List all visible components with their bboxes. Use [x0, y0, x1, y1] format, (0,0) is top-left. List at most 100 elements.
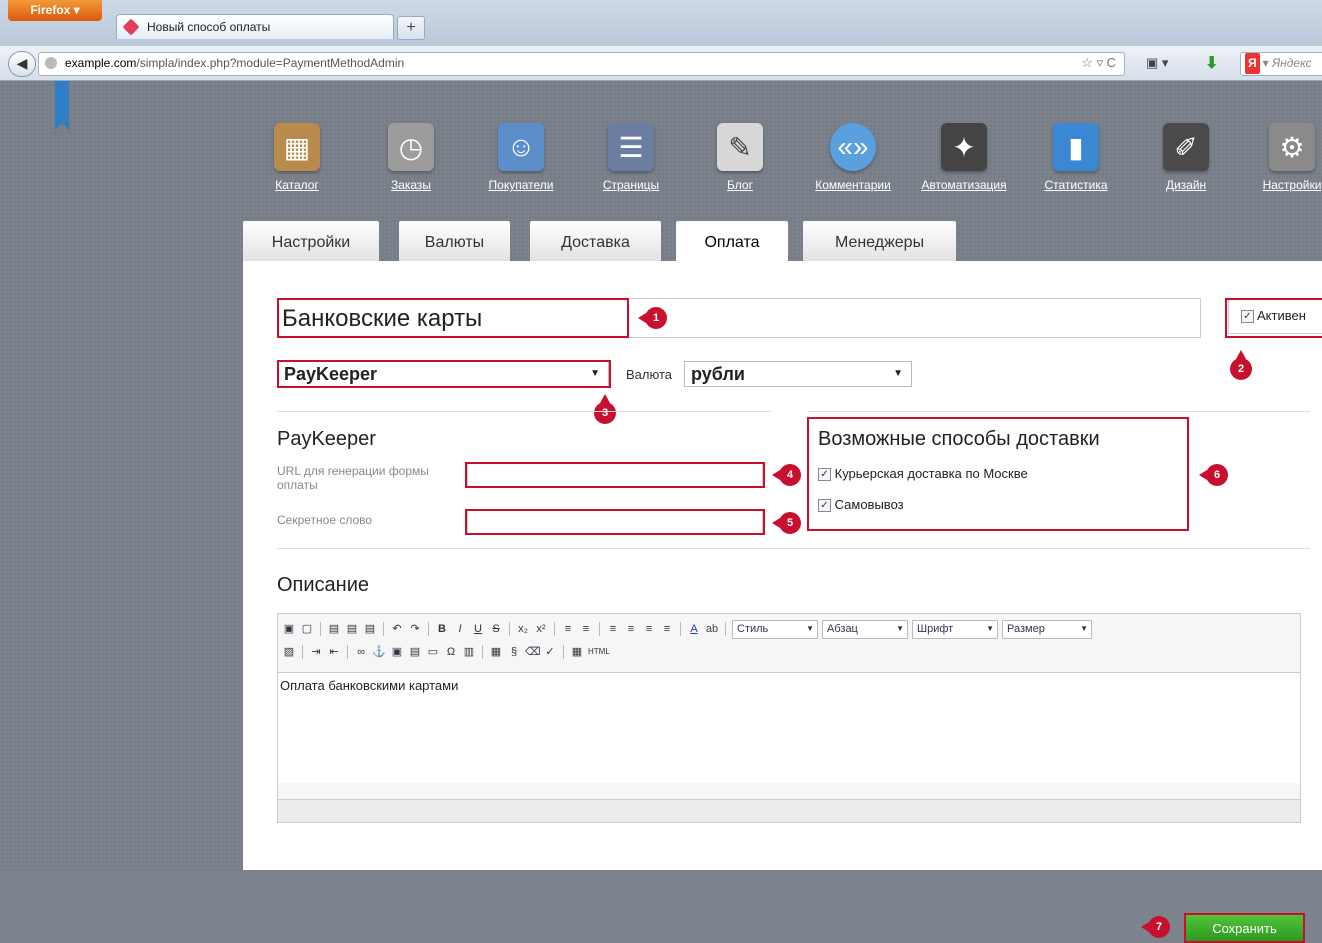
menu-link[interactable]: Страницы	[603, 178, 659, 192]
bookmarks-icon[interactable]: ▣ ▾	[1146, 55, 1168, 71]
browser-tab[interactable]: Новый способ оплаты	[116, 14, 394, 39]
underline-icon[interactable]: U	[471, 622, 485, 636]
menu-item-settings[interactable]: ⚙ Настройки	[1262, 123, 1322, 192]
anchor-icon[interactable]: ⚓	[372, 645, 386, 659]
toolbar-divider	[320, 622, 321, 636]
undo-icon[interactable]: ↶	[390, 622, 404, 636]
page-break-icon[interactable]: ▥	[462, 645, 476, 659]
outdent-icon[interactable]: ⇤	[327, 645, 341, 659]
menu-item-statistics[interactable]: ▮ Статистика	[1040, 123, 1112, 192]
align-center-icon[interactable]: ≡	[624, 622, 638, 636]
editor-text: Оплата банковскими картами	[280, 678, 459, 693]
download-arrow-icon[interactable]: ⬇	[1205, 53, 1218, 73]
toolbar-divider	[725, 622, 726, 636]
text-color-icon[interactable]: A	[687, 622, 701, 636]
menu-link[interactable]: Блог	[727, 178, 753, 192]
bullet-list-icon[interactable]: ≡	[579, 622, 593, 636]
firefox-menu-button[interactable]: Firefox ▾	[8, 0, 102, 21]
numbered-list-icon[interactable]: ≡	[561, 622, 575, 636]
subscript-icon[interactable]: x₂	[516, 622, 530, 636]
editor-content-area[interactable]: Оплата банковскими картами	[278, 672, 1300, 783]
chevron-down-icon: ▼	[896, 623, 904, 633]
paste-text-icon[interactable]: ▤	[345, 622, 359, 636]
globe-icon	[45, 57, 57, 69]
format-select-label: Абзац	[827, 622, 858, 635]
special-char-icon[interactable]: Ω	[444, 645, 458, 659]
toolbar-divider	[680, 622, 681, 636]
annotation-box-2	[1225, 298, 1322, 338]
url-field-label: URL для генерации формы оплаты	[277, 464, 429, 492]
annotation-box-3	[277, 360, 611, 388]
paste-word-icon[interactable]: ▤	[363, 622, 377, 636]
menu-link[interactable]: Статистика	[1044, 178, 1107, 192]
save-button[interactable]: Сохранить	[1184, 913, 1305, 943]
users-icon: ☺	[498, 123, 544, 171]
link-icon[interactable]: ∞	[354, 645, 368, 659]
align-left-icon[interactable]: ≡	[606, 622, 620, 636]
back-arrow-icon[interactable]: ◀	[8, 51, 36, 77]
yandex-logo-icon: Я	[1245, 53, 1260, 74]
strike-icon[interactable]: S	[489, 622, 503, 636]
menu-link[interactable]: Заказы	[391, 178, 431, 192]
url-path: /simpla/index.php?module=PaymentMethodAd…	[136, 56, 405, 70]
bold-icon[interactable]: B	[435, 622, 449, 636]
menu-item-design[interactable]: ✐ Дизайн	[1155, 123, 1217, 192]
menu-link[interactable]: Настройки	[1263, 178, 1322, 192]
source-icon[interactable]: §	[507, 645, 521, 659]
indent-icon[interactable]: ⇥	[309, 645, 323, 659]
tab-settings[interactable]: Настройки	[243, 221, 379, 261]
annotation-box-5	[465, 509, 765, 535]
menu-item-automation[interactable]: ✦ Автоматизация	[914, 123, 1014, 192]
chevron-down-icon: ▼	[1080, 623, 1088, 633]
redo-icon[interactable]: ↷	[408, 622, 422, 636]
menu-item-catalog[interactable]: ▦ Каталог	[262, 123, 332, 192]
search-field[interactable]: Я ▾ Яндекс	[1240, 52, 1322, 76]
image-icon[interactable]: ▣	[390, 645, 404, 659]
menu-link[interactable]: Каталог	[275, 178, 319, 192]
highlight-icon[interactable]: ab	[705, 622, 719, 636]
annotation-badge-4: 4	[772, 464, 801, 486]
flash-icon[interactable]: ▤	[408, 645, 422, 659]
url-host: example.com	[65, 56, 137, 70]
toolbar-divider	[347, 645, 348, 659]
table-icon[interactable]: ▦	[489, 645, 503, 659]
save-icon[interactable]: ▣	[282, 622, 296, 636]
menu-item-blog[interactable]: ✎ Блог	[710, 123, 770, 192]
align-right-icon[interactable]: ≡	[642, 622, 656, 636]
annotation-box-6	[807, 417, 1189, 531]
currency-select[interactable]: рубли ▼	[684, 361, 912, 387]
menu-item-orders[interactable]: ◷ Заказы	[376, 123, 446, 192]
new-tab-button[interactable]: +	[397, 16, 425, 40]
menu-link[interactable]: Комментарии	[815, 178, 891, 192]
font-select[interactable]: Шрифт ▼	[912, 619, 998, 639]
format-select[interactable]: Абзац ▼	[822, 619, 908, 639]
tab-delivery[interactable]: Доставка	[530, 221, 661, 261]
new-page-icon[interactable]: ▢	[300, 622, 314, 636]
size-select[interactable]: Размер ▼	[1002, 619, 1092, 639]
eraser-icon[interactable]: ⌫	[525, 645, 541, 659]
spellcheck-icon[interactable]: ✓	[543, 645, 557, 659]
style-select[interactable]: Стиль ▼	[732, 619, 818, 639]
reload-icon[interactable]: ☆ ▿ C	[1081, 55, 1116, 71]
html-icon[interactable]: HTML	[588, 645, 610, 659]
folder-icon[interactable]: ▭	[426, 645, 440, 659]
menu-item-comments[interactable]: «» Комментарии	[808, 123, 898, 192]
address-bar[interactable]: example.com/simpla/index.php?module=Paym…	[38, 52, 1125, 76]
menu-link[interactable]: Автоматизация	[921, 178, 1006, 192]
tab-currencies[interactable]: Валюты	[399, 221, 510, 261]
form-icon[interactable]: ▨	[282, 645, 296, 659]
align-justify-icon[interactable]: ≡	[660, 622, 674, 636]
maximize-icon[interactable]: ▦	[570, 645, 584, 659]
pages-icon: ☰	[608, 123, 654, 171]
italic-icon[interactable]: I	[453, 622, 467, 636]
paste-icon[interactable]: ▤	[327, 622, 341, 636]
menu-link[interactable]: Покупатели	[489, 178, 554, 192]
menu-item-pages[interactable]: ☰ Страницы	[595, 123, 667, 192]
currency-value: рубли	[691, 364, 745, 384]
tab-payment[interactable]: Оплата	[676, 221, 788, 261]
editor-status-bar	[278, 799, 1300, 822]
menu-link[interactable]: Дизайн	[1166, 178, 1206, 192]
tab-managers[interactable]: Менеджеры	[803, 221, 956, 261]
menu-item-customers[interactable]: ☺ Покупатели	[481, 123, 561, 192]
superscript-icon[interactable]: x²	[534, 622, 548, 636]
